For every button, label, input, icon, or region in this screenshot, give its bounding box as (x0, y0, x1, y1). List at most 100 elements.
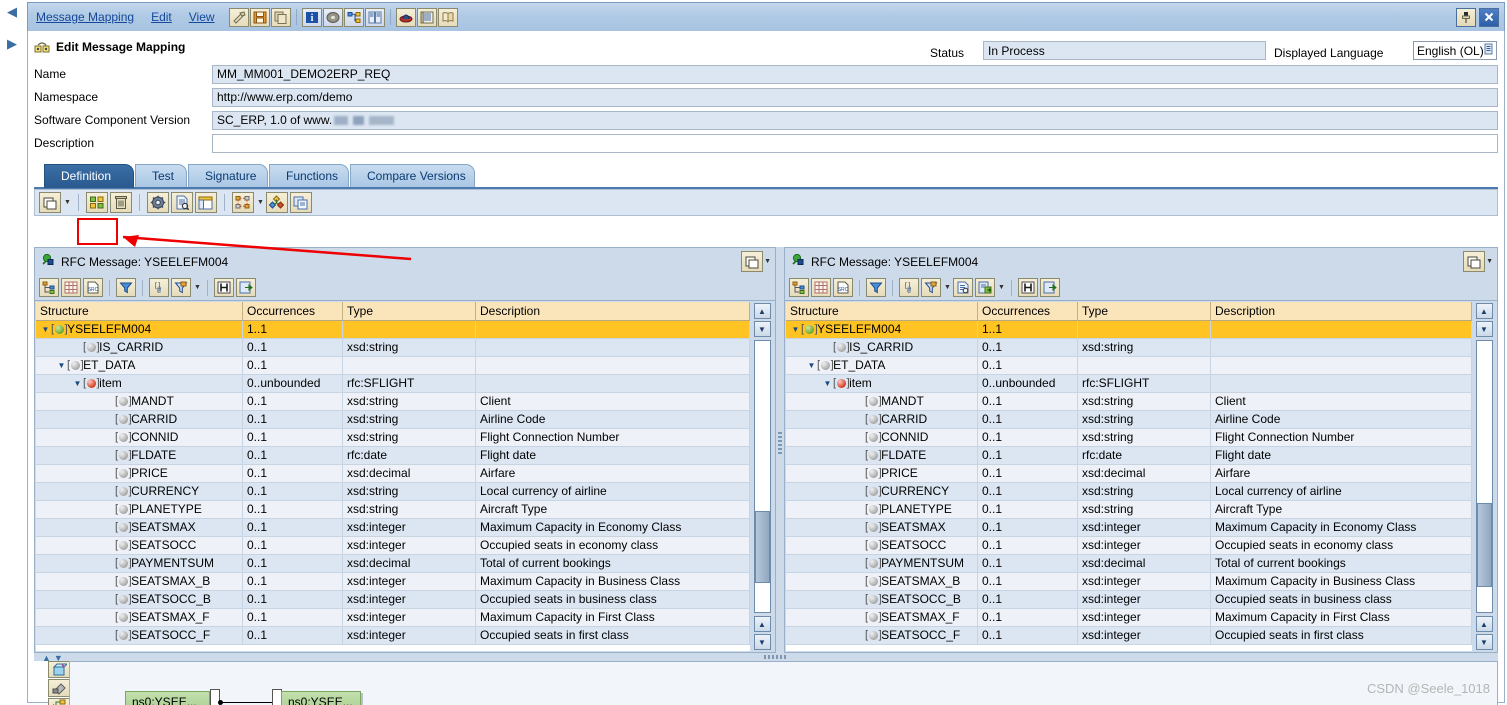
settings-icon[interactable] (146, 192, 169, 213)
assign-dropdown-icon[interactable]: ▼ (998, 284, 1005, 291)
table-row[interactable]: ▼[] YSEELEFM004 1..1 (786, 321, 1472, 339)
table-row[interactable]: [] SEATSMAX_F 0..1 xsd:integer Maximum Capac… (786, 609, 1472, 627)
table-row[interactable]: [] IS_CARRID 0..1 xsd:string (36, 339, 750, 357)
chevron-down-icon[interactable]: ▼ (822, 375, 833, 392)
tab-test[interactable]: Test (135, 164, 187, 188)
target-scroll-track[interactable] (1475, 340, 1493, 613)
table-row[interactable]: [] FLDATE 0..1 rfc:date Flight date (786, 447, 1472, 465)
table-row[interactable]: [] CURRENCY 0..1 xsd:string Local currency o… (36, 483, 750, 501)
description-field[interactable] (212, 133, 1498, 153)
table-row[interactable]: [] SEATSOCC_F 0..1 xsd:integer Occupied seat… (786, 627, 1472, 645)
grid-icon[interactable] (811, 278, 831, 297)
table-row[interactable]: [] SEATSOCC_B 0..1 xsd:integer Occupied seat… (786, 591, 1472, 609)
col-description[interactable]: Description (1211, 302, 1472, 320)
col-description[interactable]: Description (476, 302, 750, 320)
table-row[interactable]: ▼[] ET_DATA 0..1 (786, 357, 1472, 375)
pane-splitter-grip[interactable] (778, 432, 782, 456)
where-used-icon[interactable] (343, 7, 364, 27)
table-row[interactable]: [] CARRID 0..1 xsd:string Airline Code (36, 411, 750, 429)
create-target-icon[interactable] (48, 661, 70, 679)
table-row[interactable]: [] SEATSMAX_B 0..1 xsd:integer Maximum Capac… (786, 573, 1472, 591)
target-scroll-down-button[interactable]: ▼ (1475, 634, 1493, 650)
sort-filter-dropdown-icon[interactable]: ▼ (194, 284, 201, 291)
chevron-down-icon[interactable]: ▼ (790, 321, 801, 338)
new-window-dropdown-icon[interactable]: ▼ (64, 199, 71, 206)
table-row[interactable]: [] SEATSMAX 0..1 xsd:integer Maximum Capacit… (786, 519, 1472, 537)
copy-mapping-icon[interactable] (289, 192, 312, 213)
tab-signature[interactable]: Signature (188, 164, 268, 188)
table-row[interactable]: [] SEATSMAX 0..1 xsd:integer Maximum Capacit… (36, 519, 750, 537)
pane-splitter[interactable] (776, 247, 784, 653)
value-help-icon[interactable] (1484, 43, 1494, 58)
info-icon[interactable]: i (301, 7, 322, 27)
table-row[interactable]: [] PRICE 0..1 xsd:decimal Airfare (786, 465, 1472, 483)
source-mapping-node[interactable]: ns0:YSEE... (125, 691, 210, 705)
maximize-pane-icon[interactable]: ▼ (741, 251, 771, 272)
table-row[interactable]: [] IS_CARRID 0..1 xsd:string (786, 339, 1472, 357)
table-row[interactable]: [] CONNID 0..1 xsd:string Flight Connection … (36, 429, 750, 447)
sort-filter-icon[interactable] (171, 278, 191, 297)
save-icon[interactable] (249, 7, 270, 27)
table-row[interactable]: [] CURRENCY 0..1 xsd:string Local currency o… (786, 483, 1472, 501)
new-window-icon[interactable] (39, 192, 61, 213)
maximize-pane-dropdown-icon[interactable]: ▼ (1486, 258, 1493, 265)
chevron-down-icon[interactable]: ▼ (40, 321, 51, 338)
chevron-down-icon[interactable]: ▼ (806, 357, 817, 374)
table-row[interactable]: [] CONNID 0..1 xsd:string Flight Connection … (786, 429, 1472, 447)
chevron-down-icon[interactable]: ▼ (56, 357, 67, 374)
sort-filter-icon[interactable] (921, 278, 941, 297)
value-mapping-icon[interactable] (265, 192, 288, 213)
menu-message-mapping[interactable]: Message Mapping (36, 10, 134, 24)
export-icon[interactable] (1039, 278, 1060, 297)
wrench-icon[interactable] (228, 7, 249, 27)
find-icon[interactable] (213, 278, 234, 297)
eraser-icon[interactable] (48, 679, 70, 697)
menu-view[interactable]: View (189, 10, 215, 24)
table-row[interactable]: ▼[] ET_DATA 0..1 (36, 357, 750, 375)
delete-icon[interactable] (109, 192, 132, 213)
close-icon[interactable] (1479, 7, 1499, 27)
document-icon[interactable] (952, 278, 973, 297)
source-icon[interactable]: SRC (83, 278, 103, 297)
source-scroll-page-up-button[interactable]: ▼ (753, 321, 771, 337)
show-structures-icon[interactable] (85, 192, 108, 213)
chevron-down-icon[interactable]: ▼ (72, 375, 83, 392)
target-scroll-page-down-button[interactable]: ▲ (1475, 616, 1493, 632)
displayed-language-field[interactable]: English (OL) (1413, 41, 1497, 60)
target-vertical-scrollbar[interactable]: ▲ ▼ ▲ ▼ (1472, 302, 1496, 651)
col-structure[interactable]: Structure (786, 302, 978, 320)
maximize-pane-icon[interactable]: ▼ (1463, 251, 1493, 272)
namespace-icon[interactable]: [] @ (899, 278, 919, 297)
table-row[interactable]: [] SEATSOCC_B 0..1 xsd:integer Occupied seat… (36, 591, 750, 609)
edge-scroll-up-icon[interactable]: ◀ (7, 4, 17, 20)
source-scroll-thumb[interactable] (754, 511, 770, 583)
copy-icon[interactable] (270, 7, 291, 27)
tab-functions[interactable]: Functions (269, 164, 349, 188)
compare-icon[interactable] (364, 7, 385, 27)
target-scroll-up-button[interactable]: ▲ (1475, 303, 1493, 319)
source-scroll-up-button[interactable]: ▲ (753, 303, 771, 319)
software-component-version-field[interactable]: SC_ERP, 1.0 of www. (212, 110, 1498, 130)
table-row[interactable]: [] PAYMENTSUM 0..1 xsd:decimal Total of curr… (786, 555, 1472, 573)
namespace-field[interactable]: http://www.erp.com/demo (212, 87, 1498, 107)
table-row[interactable]: ▼[] YSEELEFM004 1..1 (36, 321, 750, 339)
dependency-icon[interactable] (48, 697, 70, 705)
table-row[interactable]: [] CARRID 0..1 xsd:string Airline Code (786, 411, 1472, 429)
find-icon[interactable] (1017, 278, 1038, 297)
horizontal-splitter-grip[interactable] (764, 655, 788, 659)
source-scroll-page-down-button[interactable]: ▲ (753, 616, 771, 632)
layout-icon[interactable] (194, 192, 217, 213)
target-sort-filter-dropdown-icon[interactable]: ▼ (944, 284, 951, 291)
edge-scroll-down-icon[interactable]: ▶ (7, 36, 17, 52)
assign-icon[interactable] (974, 278, 995, 297)
horizontal-splitter[interactable] (34, 653, 1498, 661)
history-icon[interactable] (322, 7, 343, 27)
filter-icon[interactable] (116, 278, 136, 297)
col-type[interactable]: Type (1078, 302, 1211, 320)
table-row[interactable]: [] SEATSOCC 0..1 xsd:integer Occupied seats … (786, 537, 1472, 555)
catalog-icon[interactable] (416, 7, 437, 27)
table-row[interactable]: [] SEATSMAX_B 0..1 xsd:integer Maximum Capac… (36, 573, 750, 591)
expand-tree-icon[interactable] (789, 278, 809, 297)
filter-icon[interactable] (866, 278, 886, 297)
source-icon[interactable]: SRC (833, 278, 853, 297)
